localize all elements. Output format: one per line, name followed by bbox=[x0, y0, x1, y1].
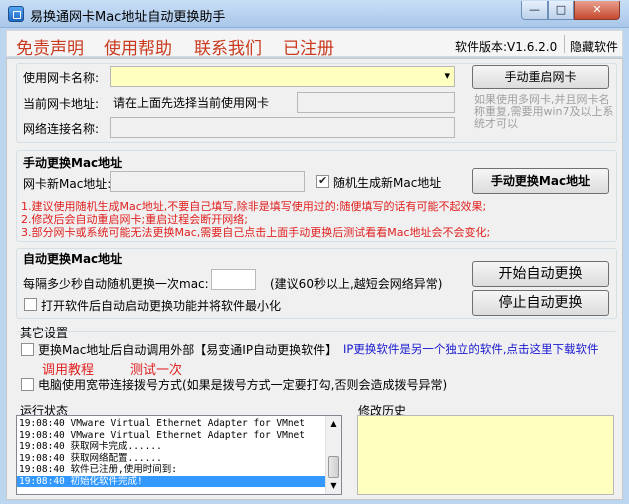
note-line-3: 3.部分网卡或系统可能无法更换Mac,需要自己点击上面手动更换后测试看看Mac地… bbox=[21, 226, 491, 239]
scroll-up-icon[interactable]: ▲ bbox=[327, 417, 340, 431]
log-list[interactable]: 19:08:40 VMware Virtual Ethernet Adapter… bbox=[16, 415, 342, 495]
log-line: 19:08:40 获取网络配置...... bbox=[19, 452, 162, 464]
minimize-button[interactable]: — bbox=[521, 1, 548, 20]
interval-label: 每隔多少秒自动随机更换一次mac: bbox=[23, 277, 209, 291]
chevron-down-icon: ▾ bbox=[444, 69, 450, 82]
main-panel: 使用网卡名称: ▾ 手动重启网卡 当前网卡地址: 请在上面先选择当前使用网卡 如… bbox=[6, 58, 623, 500]
window-title: 易换通网卡Mac地址自动更换助手 bbox=[30, 10, 226, 25]
multi-nic-hint: 如果使用多网卡,并且网卡名称重复,需要用win7及以上系统才可以 bbox=[474, 93, 614, 130]
ip-software-download-link[interactable]: IP更换软件是另一个独立的软件,点击这里下载软件 bbox=[343, 341, 598, 357]
connection-name-label: 网络连接名称: bbox=[23, 122, 100, 136]
close-button[interactable]: ✕ bbox=[574, 1, 620, 20]
autostart-checkbox[interactable] bbox=[24, 298, 37, 311]
version-label: 软件版本:V1.6.2.0 bbox=[455, 40, 558, 54]
autostart-label: 打开软件后自动启动更换功能并将软件最小化 bbox=[41, 299, 282, 313]
manual-change-button[interactable]: 手动更换Mac地址 bbox=[472, 168, 609, 194]
scroll-down-icon[interactable]: ▼ bbox=[327, 479, 340, 493]
menu-registered[interactable]: 已注册 bbox=[283, 34, 334, 59]
external-ip-checkbox[interactable] bbox=[21, 343, 34, 356]
new-mac-label: 网卡新Mac地址: bbox=[23, 177, 112, 191]
stop-auto-button[interactable]: 停止自动更换 bbox=[472, 290, 609, 316]
connection-name-field[interactable] bbox=[110, 117, 455, 138]
menu-contact[interactable]: 联系我们 bbox=[194, 34, 262, 59]
log-line: 19:08:40 获取网卡完成...... bbox=[19, 441, 162, 452]
log-line: 19:08:40 VMware Virtual Ethernet Adapter… bbox=[19, 418, 305, 429]
random-mac-checkbox[interactable] bbox=[316, 174, 329, 188]
menu-help[interactable]: 使用帮助 bbox=[104, 34, 172, 59]
nic-address-label: 当前网卡地址: bbox=[23, 97, 100, 111]
history-area[interactable] bbox=[357, 415, 614, 495]
nic-name-select[interactable]: ▾ bbox=[110, 66, 455, 87]
menu-disclaimer[interactable]: 免责声明 bbox=[16, 34, 84, 59]
interval-input[interactable] bbox=[211, 269, 256, 290]
nic-address-field[interactable] bbox=[297, 92, 455, 113]
random-mac-label: 随机生成新Mac地址 bbox=[333, 176, 442, 190]
log-scrollbar[interactable]: ▲ ▼ bbox=[325, 416, 341, 494]
log-line-selected: 19:08:40 初始化软件完成! bbox=[17, 475, 325, 487]
menu-divider bbox=[564, 35, 565, 53]
auto-change-title: 自动更换Mac地址 bbox=[23, 252, 123, 266]
log-line: 19:08:40 软件已注册,使用时间到: bbox=[19, 464, 177, 475]
nic-name-label: 使用网卡名称: bbox=[23, 71, 100, 85]
interval-hint: (建议60秒以上,越短会网络异常) bbox=[270, 277, 443, 291]
nic-address-value: 请在上面先选择当前使用网卡 bbox=[113, 96, 270, 110]
dialup-label: 电脑使用宽带连接拨号方式(如果是拨号方式一定要打勾,否则会造成拨号异常) bbox=[38, 378, 448, 392]
new-mac-field[interactable] bbox=[110, 171, 305, 192]
manual-change-title: 手动更换Mac地址 bbox=[23, 156, 123, 170]
log-line: 19:08:40 VMware Virtual Ethernet Adapter… bbox=[19, 429, 305, 441]
app-icon bbox=[8, 6, 24, 22]
scroll-thumb[interactable] bbox=[328, 456, 339, 478]
start-auto-button[interactable]: 开始自动更换 bbox=[472, 261, 609, 287]
dialup-checkbox[interactable] bbox=[21, 378, 34, 391]
restart-nic-button[interactable]: 手动重启网卡 bbox=[472, 65, 609, 89]
external-ip-label: 更换Mac地址后自动调用外部【易变通IP自动更换软件】 bbox=[38, 343, 338, 357]
maximize-button[interactable]: □ bbox=[548, 1, 574, 20]
hide-software-button[interactable]: 隐藏软件 bbox=[570, 38, 618, 55]
menu-bar: 免责声明 使用帮助 联系我们 已注册 软件版本:V1.6.2.0 隐藏软件 bbox=[6, 30, 623, 59]
